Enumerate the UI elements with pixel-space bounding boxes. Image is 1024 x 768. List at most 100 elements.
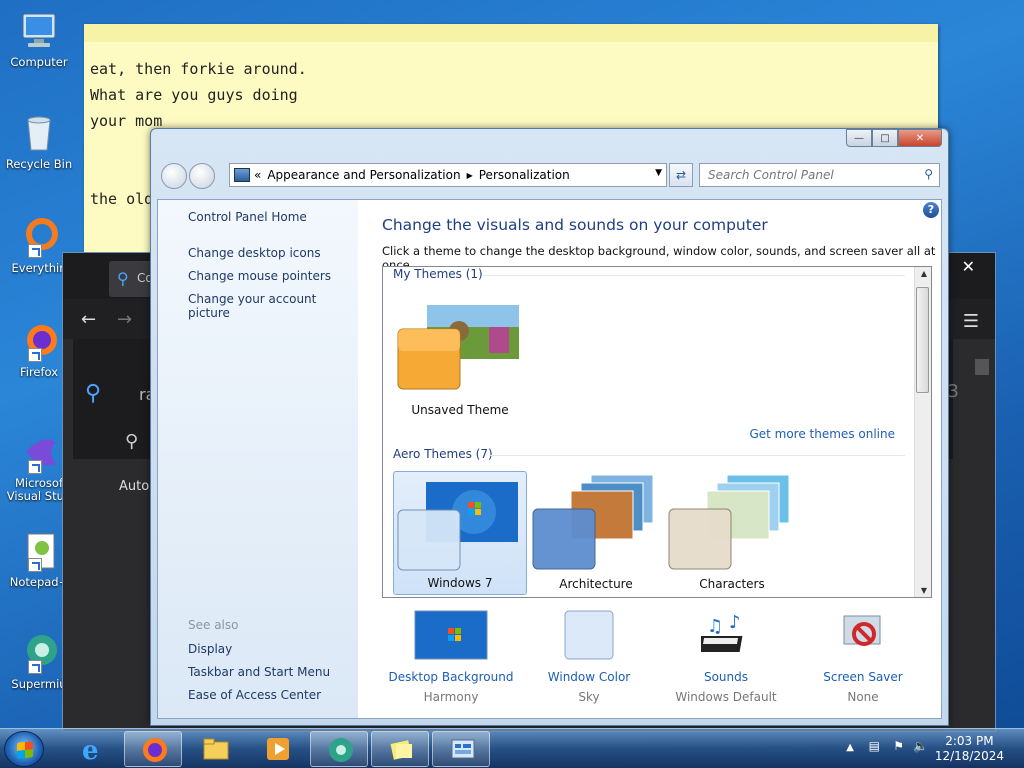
menu-icon[interactable]: ☰	[963, 311, 979, 332]
everything-search-icon	[18, 216, 60, 258]
window-controls: — □ ✕	[846, 129, 942, 147]
desktop-background-icon	[414, 610, 488, 660]
volume-muted-icon[interactable]: 🔈	[913, 739, 928, 753]
browser-close-button[interactable]: ✕	[962, 257, 975, 276]
forward-arrow-icon[interactable]: →	[117, 309, 132, 330]
sidebar-item-mouse-pointers[interactable]: Change mouse pointers	[188, 269, 331, 283]
network-icon[interactable]: ▤	[869, 739, 880, 753]
search-icon[interactable]: ⚲	[924, 167, 933, 181]
search-icon: ⚲	[117, 269, 129, 288]
architecture-theme-preview	[532, 474, 654, 570]
svg-text:♪: ♪	[729, 612, 741, 633]
shortcut-arrow-icon	[28, 348, 42, 362]
scrollbar-thumb[interactable]	[916, 287, 929, 393]
screen-saver-label[interactable]: Screen Saver	[794, 670, 932, 684]
content-frame: Control Panel Home Change desktop icons …	[157, 199, 942, 719]
taskbar-media-player[interactable]	[248, 731, 306, 767]
help-icon[interactable]: ?	[923, 202, 939, 218]
shortcut-arrow-icon	[28, 558, 42, 572]
theme-unsaved[interactable]: Unsaved Theme	[393, 297, 527, 421]
characters-theme-preview	[668, 474, 790, 570]
sidebar: Control Panel Home Change desktop icons …	[158, 200, 358, 718]
desktop-icon-computer[interactable]: Computer	[4, 10, 74, 69]
taskbar: e ▲ ▤ ⚑ 🔈 2:03 PM 12/18/2024	[0, 728, 1024, 768]
taskbar-supermium[interactable]	[310, 731, 368, 767]
nav-buttons	[161, 163, 217, 189]
search-icon: ⚲	[85, 381, 102, 406]
internet-explorer-icon: e	[82, 736, 99, 763]
sticky-line: eat, then forkie around.	[90, 60, 307, 78]
search-placeholder: Search Control Panel	[708, 168, 834, 182]
sidebar-item-ease-of-access[interactable]: Ease of Access Center	[188, 688, 321, 702]
sounds-label[interactable]: Sounds	[657, 670, 795, 684]
recycle-bin-icon	[18, 112, 60, 154]
desktop-background-label[interactable]: Desktop Background	[382, 670, 520, 684]
computer-icon	[18, 10, 60, 52]
theme-list[interactable]: My Themes (1) Unsaved Theme Get more the…	[382, 266, 932, 598]
taskbar-ie[interactable]: e	[62, 731, 120, 767]
svg-text:e: e	[82, 736, 99, 763]
media-player-icon	[267, 738, 289, 760]
scroll-down-icon[interactable]: ▼	[921, 586, 927, 595]
forward-button[interactable]	[189, 163, 215, 189]
supermium-icon	[329, 738, 353, 762]
scroll-up-icon[interactable]: ▲	[921, 269, 927, 278]
sidebar-item-home[interactable]: Control Panel Home	[188, 210, 307, 224]
chevron-down-icon[interactable]: ▼	[655, 168, 662, 178]
clock[interactable]: 2:03 PM 12/18/2024	[935, 734, 1004, 764]
desktop-icon-recycle-bin[interactable]: Recycle Bin	[4, 112, 74, 171]
back-button[interactable]	[161, 163, 187, 189]
taskbar-firefox[interactable]	[124, 731, 182, 767]
sticky-line: the old	[90, 190, 154, 208]
control-panel-window[interactable]: — □ ✕ « Appearance and Personalization ▶…	[150, 128, 949, 726]
get-more-themes-link[interactable]: Get more themes online	[749, 427, 895, 441]
control-panel-icon	[451, 739, 475, 759]
desktop-icon-label: Computer	[10, 55, 68, 69]
sidebar-item-account-picture[interactable]: Change your account picture	[188, 292, 358, 320]
sidebar-item-desktop-icons[interactable]: Change desktop icons	[188, 246, 321, 260]
search-icon: ⚲	[125, 431, 139, 452]
shortcut-arrow-icon	[28, 660, 42, 674]
back-arrow-icon[interactable]: ←	[81, 309, 96, 330]
start-button[interactable]	[4, 731, 44, 767]
shortcut-arrow-icon	[28, 244, 42, 258]
notepad-plus-plus-icon	[18, 530, 60, 572]
screen-saver-icon	[843, 615, 881, 646]
taskbar-sticky-notes[interactable]	[371, 731, 429, 767]
sidebar-item-display[interactable]: Display	[188, 642, 232, 656]
sounds-icon: ♫ ♪	[701, 612, 743, 652]
refresh-button[interactable]: ⇄	[669, 163, 693, 187]
desktop-background-value: Harmony	[423, 690, 479, 704]
search-input[interactable]: Search Control Panel ⚲	[699, 163, 940, 187]
maximize-button[interactable]: □	[872, 129, 898, 147]
theme-settings-row: Desktop Background Harmony Window Color …	[382, 610, 932, 710]
svg-text:♫: ♫	[707, 616, 723, 637]
taskbar-control-panel[interactable]	[432, 731, 490, 767]
address-bar[interactable]: « Appearance and Personalization ▶ Perso…	[229, 163, 667, 187]
theme-windows-7[interactable]: Windows 7	[393, 471, 527, 595]
window-color-icon	[564, 610, 614, 660]
sounds-value: Windows Default	[675, 690, 777, 704]
firefox-icon	[143, 738, 167, 762]
breadcrumb-appearance[interactable]: Appearance and Personalization	[267, 168, 460, 182]
breadcrumb-personalization[interactable]: Personalization	[479, 168, 570, 182]
theme-characters[interactable]: Characters	[665, 471, 799, 595]
browser-scrollbar[interactable]	[975, 359, 989, 375]
action-center-flag-icon[interactable]: ⚑	[893, 739, 904, 753]
theme-name: Characters	[699, 577, 765, 591]
close-button[interactable]: ✕	[898, 129, 942, 147]
folder-icon	[203, 738, 229, 760]
theme-list-scrollbar[interactable]: ▲ ▼	[914, 267, 931, 597]
window-color-label[interactable]: Window Color	[520, 670, 658, 684]
main-content: ? Change the visuals and sounds on your …	[358, 200, 941, 718]
theme-architecture[interactable]: Architecture	[529, 471, 663, 595]
sidebar-item-taskbar[interactable]: Taskbar and Start Menu	[188, 665, 330, 679]
theme-name: Windows 7	[427, 576, 493, 590]
group-divider	[483, 275, 905, 276]
minimize-button[interactable]: —	[846, 129, 872, 147]
breadcrumb-chevron[interactable]: «	[254, 168, 261, 182]
screen-saver-value: None	[847, 690, 879, 704]
show-hidden-icons-icon[interactable]: ▲	[846, 742, 854, 753]
taskbar-explorer[interactable]	[186, 731, 244, 767]
group-divider	[489, 455, 905, 456]
